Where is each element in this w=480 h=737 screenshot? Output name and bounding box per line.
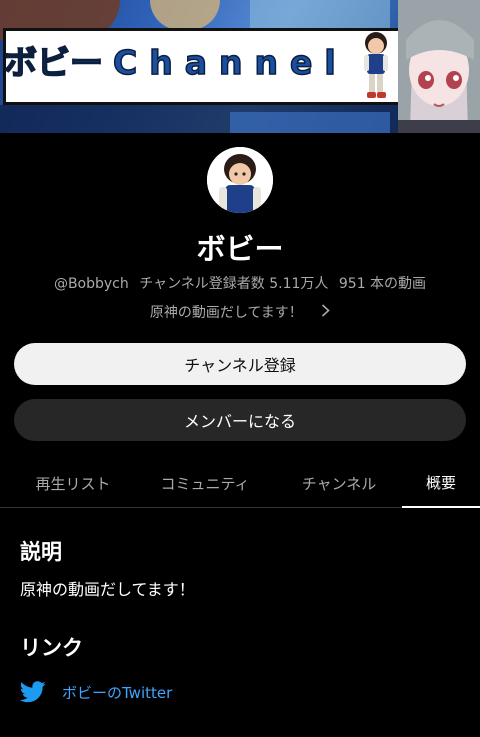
mascot-illustration (364, 32, 388, 98)
chevron-right-icon (321, 304, 330, 321)
channel-meta: @Bobbych チャンネル登録者数 5.11万人 951 本の動画 (0, 273, 480, 293)
channel-name: ボビー (196, 232, 284, 266)
links-heading: リンク (20, 636, 83, 660)
channel-avatar[interactable] (207, 147, 273, 213)
video-count: 951 本の動画 (338, 276, 427, 292)
banner-art (230, 112, 390, 133)
join-membership-button[interactable]: メンバーになる (14, 399, 466, 441)
link-label: ボビーのTwitter (62, 683, 173, 702)
description-text: 原神の動画だしてます！ (20, 580, 195, 599)
link-twitter[interactable]: ボビーのTwitter (19, 678, 173, 706)
channel-description-link[interactable]: 原神の動画だしてます！ (0, 302, 480, 322)
banner-title-rest: Channel (112, 42, 348, 83)
tab-community[interactable]: コミュニティ (140, 458, 270, 508)
banner-title: ボビー Channel (3, 36, 348, 84)
channel-handle: @Bobbych (53, 276, 129, 292)
avatar-illustration (207, 147, 273, 213)
twitter-icon (19, 681, 46, 703)
tab-about[interactable]: 概要 (402, 458, 480, 508)
banner-art (150, 0, 220, 30)
character-illustration (398, 0, 480, 133)
subscribe-button[interactable]: チャンネル登録 (14, 343, 466, 385)
banner-art (250, 0, 390, 30)
channel-tabs: 再生リスト コミュニティ チャンネル 概要 (0, 458, 480, 508)
subscriber-count: チャンネル登録者数 5.11万人 (139, 276, 329, 292)
tab-playlists[interactable]: 再生リスト (14, 458, 132, 508)
banner-title-lead: ボビー (3, 42, 104, 83)
description-heading: 説明 (20, 540, 62, 564)
channel-banner: ボビー Channel (0, 0, 480, 133)
tab-channels[interactable]: チャンネル (282, 458, 396, 508)
channel-short-description: 原神の動画だしてます！ (149, 305, 303, 321)
